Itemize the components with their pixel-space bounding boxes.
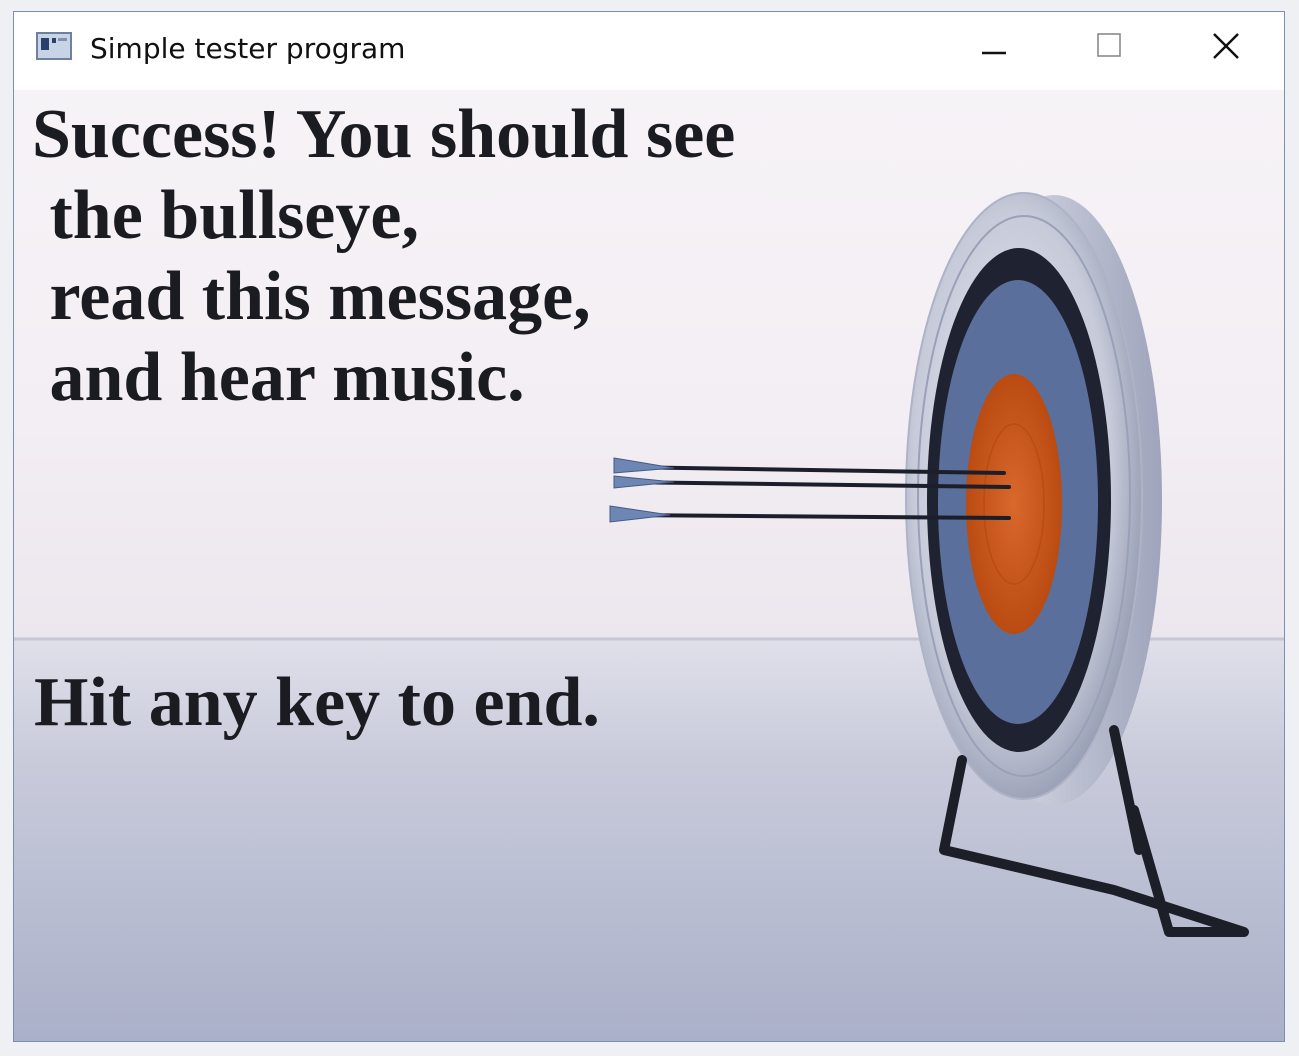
title-bar[interactable]: Simple tester program xyxy=(14,12,1284,90)
app-window-icon[interactable] xyxy=(36,32,72,60)
message-line-4: and hear music. xyxy=(32,339,525,416)
client-area[interactable]: Success! You should see the bullseye, re… xyxy=(14,90,1284,1041)
maximize-button[interactable] xyxy=(1079,26,1139,70)
message-line-1: Success! You should see xyxy=(32,96,736,173)
minimize-icon xyxy=(979,31,1009,65)
message-line-2: the bullseye, xyxy=(32,177,419,254)
end-prompt: Hit any key to end. xyxy=(34,664,600,741)
close-icon xyxy=(1211,31,1241,65)
app-window: Simple tester program Success! You shoul… xyxy=(13,11,1285,1042)
minimize-button[interactable] xyxy=(964,26,1024,70)
close-button[interactable] xyxy=(1196,26,1256,70)
window-title: Simple tester program xyxy=(90,32,406,65)
maximize-icon xyxy=(1094,31,1124,65)
success-message: Success! You should see the bullseye, re… xyxy=(32,94,735,418)
message-line-3: read this message, xyxy=(32,258,591,335)
